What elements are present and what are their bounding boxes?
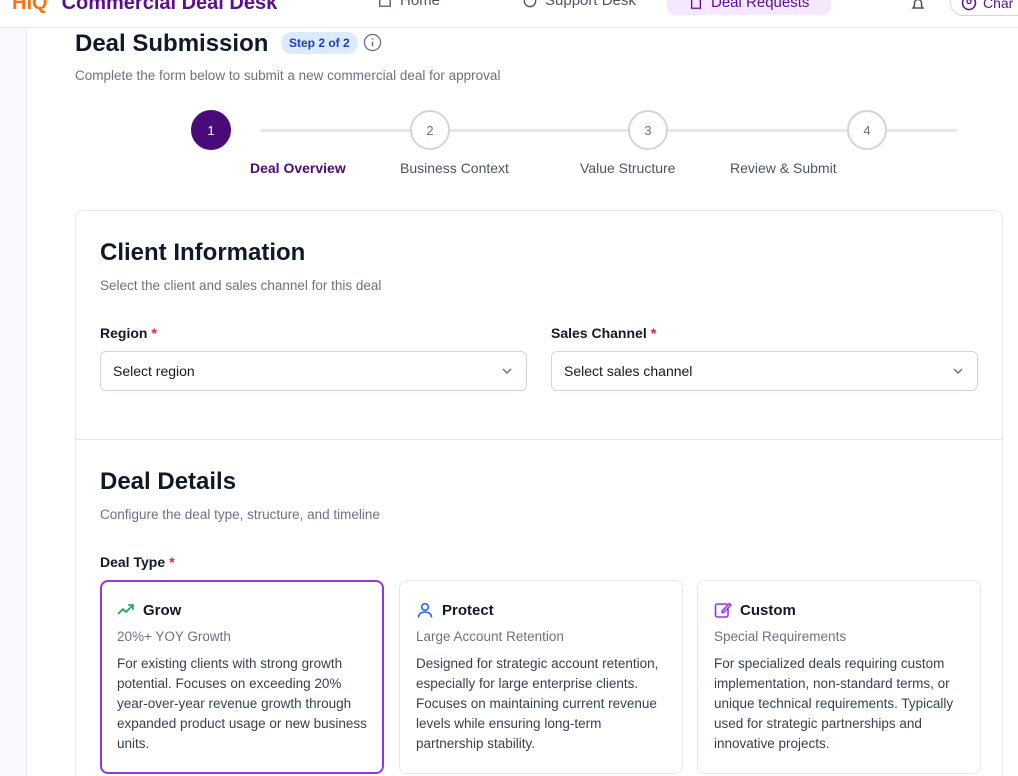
step-3-label: Value Structure	[580, 160, 676, 176]
nav-support-label: Support Desk	[545, 0, 636, 9]
region-select[interactable]: Select region	[100, 351, 527, 391]
edit-icon	[714, 602, 732, 618]
sales-channel-select[interactable]: Select sales channel	[551, 351, 978, 391]
nav-home-label: Home	[400, 0, 441, 9]
deal-type-custom-header: Custom	[714, 601, 964, 619]
deal-type-protect-tag: Large Account Retention	[416, 629, 564, 644]
deal-details-subtitle: Configure the deal type, structure, and …	[100, 507, 380, 522]
required-marker: *	[169, 554, 175, 570]
trending-up-icon	[117, 604, 134, 615]
deal-type-protect-description: Designed for strategic account retention…	[416, 656, 659, 751]
deal-type-label: Deal Type *	[100, 554, 175, 570]
client-info-title: Client Information	[100, 239, 306, 266]
nav-deal-requests[interactable]: Deal Requests	[667, 0, 832, 15]
nav-support-desk[interactable]: Support Desk	[523, 0, 636, 9]
deal-form-card: Client Information Select the client and…	[75, 210, 1003, 776]
document-icon	[690, 0, 702, 9]
region-label: Region *	[100, 325, 157, 341]
sales-channel-label: Sales Channel *	[551, 325, 656, 341]
step-2-label: Business Context	[400, 160, 509, 176]
client-info-subtitle: Select the client and sales channel for …	[100, 278, 382, 293]
region-select-value: Select region	[113, 363, 195, 379]
deal-type-grow-header: Grow	[117, 601, 367, 619]
help-circle-icon	[523, 0, 537, 7]
deal-type-custom-description: For specialized deals requiring custom i…	[714, 656, 954, 751]
deal-type-grow-card[interactable]: Grow 20%+ YOY Growth For existing client…	[100, 580, 384, 774]
brand[interactable]: HIQ Commercial Deal Desk	[12, 0, 277, 15]
required-marker: *	[650, 325, 657, 341]
deal-type-grow-name: Grow	[143, 601, 182, 619]
deal-type-custom-name: Custom	[740, 601, 796, 619]
deal-type-grow-description: For existing clients with strong growth …	[117, 656, 367, 751]
bell-icon[interactable]	[910, 0, 926, 12]
info-icon[interactable]	[363, 33, 382, 52]
chevron-down-icon	[953, 368, 963, 375]
nav-deal-requests-label: Deal Requests	[711, 0, 810, 11]
left-sidebar-rail	[0, 28, 27, 776]
user-name: Char	[983, 0, 1014, 11]
deal-type-grow-tag: 20%+ YOY Growth	[117, 629, 231, 644]
region-label-text: Region	[100, 325, 148, 341]
sales-channel-select-value: Select sales channel	[564, 363, 693, 379]
brand-title: Commercial Deal Desk	[61, 0, 278, 14]
nav-home[interactable]: Home	[378, 0, 440, 9]
deal-type-protect-card[interactable]: Protect Large Account Retention Designed…	[399, 580, 683, 774]
deal-type-protect-header: Protect	[416, 601, 666, 619]
top-nav-bar: HIQ Commercial Deal Desk Home Support Des…	[0, 0, 1018, 28]
sales-channel-label-text: Sales Channel	[551, 325, 647, 341]
required-marker: *	[151, 325, 157, 341]
user-avatar-icon	[961, 0, 977, 11]
page-title: Deal Submission	[75, 30, 269, 57]
section-divider	[76, 439, 1002, 440]
home-icon	[379, 0, 391, 7]
deal-type-protect-name: Protect	[442, 601, 494, 619]
step-4-circle[interactable]: 4	[847, 110, 887, 150]
deal-type-custom-card[interactable]: Custom Special Requirements For speciali…	[697, 580, 981, 774]
step-badge: Step 2 of 2	[281, 32, 358, 54]
deal-type-label-text: Deal Type	[100, 554, 166, 570]
step-2-circle[interactable]: 2	[410, 110, 450, 150]
deal-type-custom-tag: Special Requirements	[714, 629, 847, 644]
step-4-label: Review & Submit	[730, 160, 837, 176]
step-1-circle[interactable]: 1	[191, 110, 231, 150]
brand-logo: HIQ	[12, 0, 48, 14]
deal-details-title: Deal Details	[100, 468, 237, 495]
user-menu[interactable]: Char	[950, 0, 1018, 16]
chevron-down-icon	[502, 368, 512, 375]
user-icon	[417, 602, 433, 618]
page-subtitle: Complete the form below to submit a new …	[75, 68, 501, 83]
step-3-circle[interactable]: 3	[628, 110, 668, 150]
step-1-label: Deal Overview	[250, 160, 346, 176]
